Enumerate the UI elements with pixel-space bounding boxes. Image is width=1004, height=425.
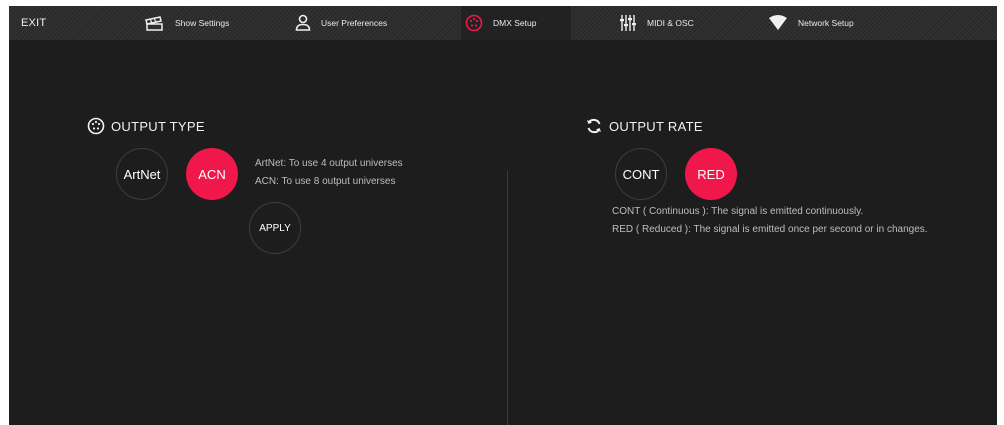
exit-button[interactable]: EXIT xyxy=(21,17,46,29)
cont-info-text: CONT ( Continuous ): The signal is emitt… xyxy=(612,206,864,217)
top-nav-bar: EXIT Show Settings User Preferences DMX … xyxy=(9,6,997,40)
output-type-info: ArtNet: To use 4 output universes ACN: T… xyxy=(255,155,403,191)
output-type-title: OUTPUT TYPE xyxy=(87,117,205,135)
tab-dmx-setup-label: DMX Setup xyxy=(493,18,537,28)
tab-midi-osc[interactable]: MIDI & OSC xyxy=(619,6,719,40)
red-option-button[interactable]: RED xyxy=(685,148,737,200)
cont-option-button[interactable]: CONT xyxy=(615,148,667,200)
acn-option-button[interactable]: ACN xyxy=(186,148,238,200)
output-rate-info: CONT ( Continuous ): The signal is emitt… xyxy=(612,203,928,239)
wifi-icon xyxy=(768,15,788,31)
dmx-connector-icon xyxy=(465,14,483,32)
red-info-text: RED ( Reduced ): The signal is emitted o… xyxy=(612,224,928,235)
tab-network-setup[interactable]: Network Setup xyxy=(768,6,888,40)
show-settings-icon xyxy=(143,14,165,32)
app-window: EXIT Show Settings User Preferences DMX … xyxy=(9,6,997,425)
sliders-icon xyxy=(619,14,637,32)
user-icon xyxy=(295,14,311,32)
output-rate-title: OUTPUT RATE xyxy=(585,117,703,135)
apply-button[interactable]: APPLY xyxy=(249,202,301,254)
artnet-info-text: ArtNet: To use 4 output universes xyxy=(255,158,403,169)
tab-user-preferences[interactable]: User Preferences xyxy=(295,6,415,40)
tab-network-setup-label: Network Setup xyxy=(798,18,854,28)
tab-show-settings-label: Show Settings xyxy=(175,18,230,28)
acn-info-text: ACN: To use 8 output universes xyxy=(255,176,396,187)
output-rate-title-text: OUTPUT RATE xyxy=(609,118,703,134)
tab-dmx-setup[interactable]: DMX Setup xyxy=(461,6,571,40)
output-type-title-text: OUTPUT TYPE xyxy=(111,118,205,134)
artnet-option-button[interactable]: ArtNet xyxy=(116,148,168,200)
tab-midi-osc-label: MIDI & OSC xyxy=(647,18,694,28)
dmx-connector-icon xyxy=(87,117,105,135)
section-divider xyxy=(507,171,508,425)
tab-show-settings[interactable]: Show Settings xyxy=(143,6,253,40)
tab-user-preferences-label: User Preferences xyxy=(321,18,388,28)
refresh-icon xyxy=(585,117,603,135)
